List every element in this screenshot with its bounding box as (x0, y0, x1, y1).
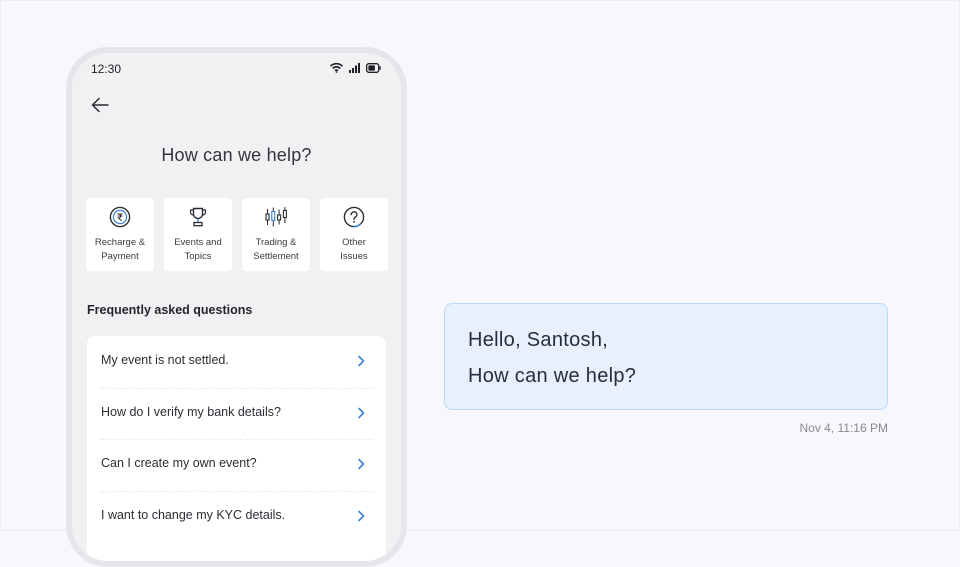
status-time: 12:30 (91, 62, 122, 76)
chat-greeting: Hello, Santosh, (468, 329, 609, 351)
chat-question: How can we help? (468, 365, 637, 387)
category-trading-settlement[interactable]: Trading & Settlement (242, 198, 310, 271)
chevron-right-icon (358, 407, 365, 418)
message-timestamp: Nov 4, 11:16 PM (799, 421, 889, 435)
back-arrow-icon[interactable] (88, 93, 112, 117)
chat-message-bubble: Hello, Santosh, How can we help? (444, 303, 888, 410)
category-label: Events and Topics (174, 237, 222, 262)
status-icons (330, 63, 381, 73)
faq-question: I want to change my KYC details. (101, 507, 286, 522)
chevron-right-icon (358, 355, 365, 367)
phone-mockup: 12:30 How can we help? Recharge & Paymen… (66, 47, 407, 567)
category-recharge-payment[interactable]: Recharge & Payment (86, 198, 154, 271)
faq-item[interactable]: My event is not settled. (87, 336, 386, 388)
help-categories: Recharge & Payment Events and Topics Tra… (86, 198, 388, 271)
category-other-issues[interactable]: Other Issues (320, 198, 388, 271)
page-title: How can we help? (161, 145, 312, 165)
rupee-coin-icon (108, 205, 132, 229)
battery-icon (366, 63, 381, 73)
faq-question: How do I verify my bank details? (101, 404, 281, 419)
candlestick-chart-icon (264, 205, 288, 229)
chevron-right-icon (358, 510, 365, 521)
category-label: Trading & Settlement (253, 237, 299, 262)
category-events-topics[interactable]: Events and Topics (164, 198, 232, 271)
faq-question: My event is not settled. (101, 353, 229, 367)
category-label: Recharge & Payment (94, 237, 146, 262)
trophy-icon (186, 205, 210, 229)
faq-list: My event is not settled. How do I verify… (87, 336, 386, 561)
faq-item[interactable]: I want to change my KYC details. (87, 490, 386, 543)
faq-item[interactable]: Can I create my own event? (87, 439, 386, 491)
wifi-icon (330, 63, 343, 73)
faq-item[interactable]: How do I verify my bank details? (87, 387, 386, 440)
faq-question: Can I create my own event? (101, 456, 257, 470)
chevron-right-icon (358, 458, 365, 470)
status-bar: 12:30 (72, 62, 401, 80)
faq-heading: Frequently asked questions (87, 303, 253, 317)
question-circle-icon (342, 205, 366, 229)
category-label: Other Issues (340, 237, 368, 262)
signal-icon (349, 63, 360, 73)
